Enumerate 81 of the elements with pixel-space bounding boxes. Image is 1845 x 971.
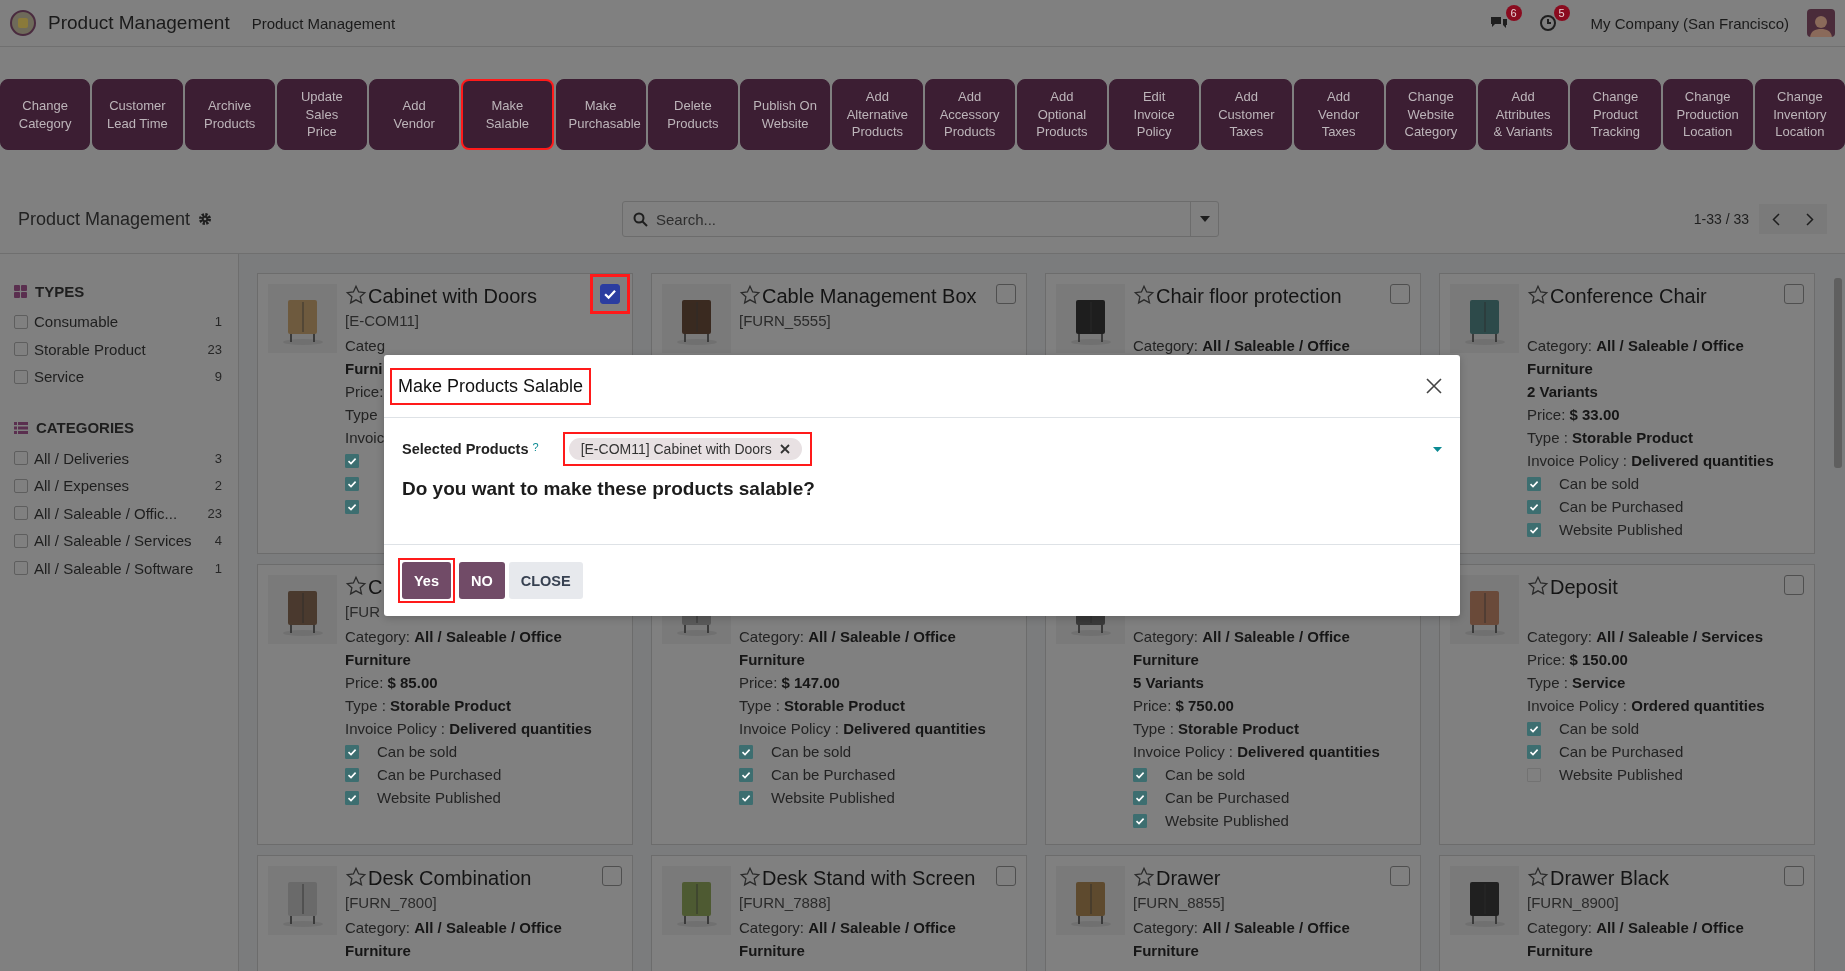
product-detail: Category: All / Saleable / Office Furniture [739, 627, 957, 670]
product-detail: Category: All / Saleable / Services [1527, 627, 1763, 647]
product-name: Drawer [1156, 867, 1221, 889]
checkbox-label: Website Published [377, 789, 501, 806]
product-code: [FURN_8855] [1133, 893, 1225, 913]
product-detail: 2 Variants [1527, 382, 1598, 402]
filter-count: 9 [214, 369, 222, 385]
checkbox-label: Can be sold [1559, 720, 1640, 737]
product-detail: Price: $ 150.00 [1527, 650, 1628, 670]
filter-count: 1 [214, 560, 222, 576]
filter-count: 23 [207, 505, 222, 521]
checkbox-label: Can be Purchased [771, 766, 896, 783]
product-detail: Price: $ 750.00 [1133, 696, 1234, 716]
product-code: [FURN_8900] [1527, 893, 1619, 913]
product-detail: Type : Storable Product [739, 696, 905, 716]
product-detail: Category: All / Saleable / Office Furniture [345, 918, 563, 961]
product-detail: Category: All / Saleable / Office Furniture [345, 627, 563, 670]
checkbox-label: Can be sold [771, 743, 852, 760]
checkbox-label: Website Published [1559, 521, 1683, 538]
notification-badge: 6 [1505, 5, 1522, 21]
filter-count: 1 [214, 314, 222, 330]
product-code: [FURN_7800] [345, 893, 437, 913]
product-detail: Type : Storable Product [1133, 719, 1299, 739]
product-code: [FURN_7888] [739, 893, 831, 913]
product-detail: Categ [345, 336, 386, 356]
checkbox-label: Can be Purchased [1559, 498, 1684, 515]
filter-count: 3 [214, 450, 222, 466]
product-detail: Price: [345, 382, 384, 402]
filter-count: 2 [214, 478, 222, 494]
product-detail: Category: All / Saleable / Office Furniture [1527, 918, 1745, 961]
product-detail: Type : Service [1527, 673, 1626, 693]
filter-heading: TYPES [35, 282, 85, 300]
product-detail: Type [345, 405, 378, 425]
checkbox-label: Can be Purchased [377, 766, 502, 783]
product-name: Desk Combination [368, 867, 532, 889]
tag-label: [E-COM11] Cabinet with Doors [580, 441, 772, 457]
product-name: Conference Chair [1550, 285, 1707, 307]
filter-heading: CATEGORIES [36, 419, 135, 436]
product-detail: 5 Variants [1133, 673, 1204, 693]
checkbox-label: Can be sold [1165, 766, 1246, 783]
product-name: Chair floor protection [1156, 285, 1342, 307]
product-code: [E-COM11] [345, 311, 419, 331]
checkbox-label: Website Published [771, 789, 895, 806]
product-detail: Type : Storable Product [345, 696, 511, 716]
product-name: Drawer Black [1550, 867, 1669, 889]
notification-badge: 5 [1553, 5, 1570, 21]
product-detail: Invoice Policy : Delivered quantities [345, 719, 592, 739]
checkbox-label: Can be Purchased [1559, 743, 1684, 760]
field-label: Selected Products [402, 441, 529, 457]
product-detail: Category: All / Saleable / Office Furniture [1527, 336, 1745, 379]
product-detail: Price: $ 85.00 [345, 673, 438, 693]
product-detail: Price: $ 33.00 [1527, 405, 1620, 425]
product-detail: Furni [345, 359, 383, 379]
product-code: [FUR [345, 602, 380, 622]
filter-count: 23 [207, 341, 222, 357]
page-title: Product Management [18, 208, 191, 231]
dialog-question: Do you want to make these products salable? [402, 478, 816, 500]
product-detail: Invoice Policy : Delivered quantities [739, 719, 986, 739]
product-detail: Invoic [345, 428, 385, 448]
product-detail: Category: All / Saleable / Office Furniture [1133, 627, 1351, 670]
product-name: Cabinet with Doors [368, 285, 537, 307]
product-detail: Category: All / Saleable / Office Furniture [1133, 918, 1351, 961]
product-detail: Invoice Policy : Delivered quantities [1133, 742, 1380, 762]
product-name: Cable Management Box [762, 285, 977, 307]
checkbox-label: Website Published [1165, 812, 1289, 829]
product-name: Desk Stand with Screen [762, 867, 976, 889]
product-code: [FURN_5555] [739, 311, 831, 331]
product-detail: Invoice Policy : Delivered quantities [1527, 451, 1774, 471]
product-name: Deposit [1550, 576, 1618, 598]
dialog-title: Make Products Salable [398, 375, 584, 397]
product-detail: Type : Storable Product [1527, 428, 1693, 448]
checkbox-label: Can be Purchased [1165, 789, 1290, 806]
filter-count: 4 [214, 533, 222, 549]
checkbox-label: Can be sold [377, 743, 458, 760]
product-name: C [368, 576, 383, 598]
product-detail: Category: All / Saleable / Office [1133, 336, 1350, 356]
checkbox-label: Can be sold [1559, 475, 1640, 492]
checkbox-label: Website Published [1559, 766, 1683, 783]
product-detail: Price: $ 147.00 [739, 673, 840, 693]
product-detail: Category: All / Saleable / Office Furniture [739, 918, 957, 961]
product-detail: Invoice Policy : Ordered quantities [1527, 696, 1765, 716]
